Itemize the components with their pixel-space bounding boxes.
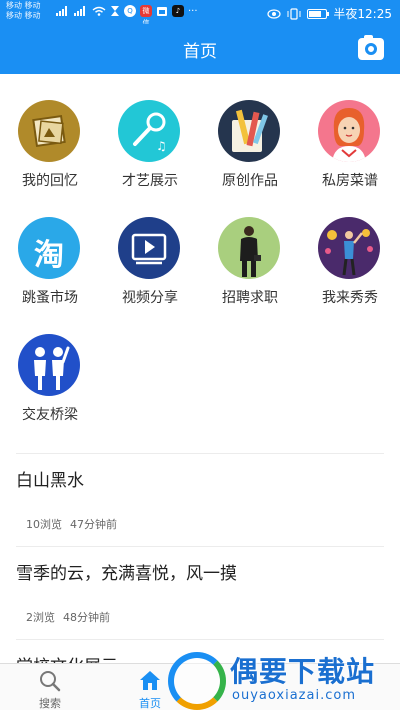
hourglass-icon (111, 6, 119, 16)
friends-icon (18, 334, 80, 396)
timestamp: 48分钟前 (63, 611, 110, 624)
watermark-title: 偶要下载站 (230, 655, 376, 688)
category-talent-show[interactable]: ♫ 才艺展示 (100, 100, 200, 210)
category-label: 私房菜谱 (322, 173, 378, 189)
watermark-logo (168, 652, 226, 710)
category-private-recipes[interactable]: 私房菜谱 (300, 100, 400, 210)
businessman-icon (218, 217, 280, 279)
feed-item-meta: 10浏览 47分钟前 (26, 516, 125, 532)
view-count: 10浏览 (26, 518, 62, 531)
more-notifications: ··· (188, 5, 198, 17)
category-label: 我的回忆 (22, 173, 78, 189)
calendar-app-icon (157, 7, 167, 16)
performer-icon (318, 217, 380, 279)
view-count: 2浏览 (26, 611, 55, 624)
category-label: 才艺展示 (122, 173, 178, 189)
category-recruitment[interactable]: 招聘求职 (200, 217, 300, 327)
pencils-icon (218, 100, 280, 162)
feed-item-title: 白山黑水 (16, 471, 84, 491)
clock: 半夜12:25 (333, 7, 392, 21)
wechat-app-icon: 微信 (140, 5, 152, 27)
category-label: 原创作品 (222, 173, 278, 189)
signal-icon (74, 6, 88, 16)
camera-icon (365, 43, 377, 55)
taobao-glyph: 淘 (34, 238, 64, 273)
microphone-icon: ♫ (118, 100, 180, 162)
category-my-memories[interactable]: 我的回忆 (0, 100, 100, 210)
photo-frame-icon (18, 100, 80, 162)
chef-woman-icon (318, 100, 380, 162)
tab-search[interactable]: 搜索 (0, 664, 100, 710)
category-label: 我来秀秀 (322, 290, 378, 306)
app-header: 首页 (0, 24, 400, 74)
camera-button[interactable] (358, 35, 384, 60)
feed-item[interactable]: 雪季的云，充满喜悦，风一摸 2浏览 48分钟前 (0, 547, 400, 639)
feed-item-meta: 2浏览 48分钟前 (26, 609, 118, 625)
timestamp: 47分钟前 (70, 518, 117, 531)
category-make-friends[interactable]: 交友桥梁 (0, 334, 100, 444)
status-icons-left: Q 微信 ♪ ··· (56, 5, 198, 27)
carrier-text: 移动 移动 移动 移动 (6, 1, 41, 21)
feed-item[interactable]: 白山黑水 10浏览 47分钟前 (0, 454, 400, 546)
tiktok-app-icon: ♪ (172, 5, 184, 17)
vibrate-icon (287, 7, 301, 20)
category-label: 视频分享 (122, 290, 178, 306)
category-show-yourself[interactable]: 我来秀秀 (300, 217, 400, 327)
search-icon (40, 671, 61, 692)
category-video-share[interactable]: 视频分享 (100, 217, 200, 327)
battery-icon (307, 8, 330, 19)
category-label: 招聘求职 (222, 290, 278, 306)
page-title: 首页 (183, 42, 217, 62)
video-play-icon (118, 217, 180, 279)
carrier-line-1: 移动 移动 (6, 1, 41, 10)
wifi-icon (92, 6, 106, 16)
battery-level (309, 10, 322, 17)
status-icons-right: 半夜12:25 (267, 5, 392, 22)
site-watermark: 偶要下载站 ouyaoxiazai.com (160, 644, 400, 710)
browser-app-icon: Q (124, 5, 136, 17)
eye-icon (267, 8, 282, 19)
category-label: 交友桥梁 (22, 407, 78, 423)
category-original-works[interactable]: 原创作品 (200, 100, 300, 210)
taobao-icon: 淘 (18, 217, 80, 279)
signal-icon (56, 6, 70, 16)
tab-label: 搜索 (39, 697, 61, 710)
status-bar: 移动 移动 移动 移动 Q 微信 ♪ ··· 半夜12:25 (0, 0, 400, 27)
category-label: 跳蚤市场 (22, 290, 78, 306)
watermark-url: ouyaoxiazai.com (232, 688, 356, 703)
carrier-line-2: 移动 移动 (6, 11, 41, 20)
home-icon (140, 671, 160, 690)
feed-item-title: 雪季的云，充满喜悦，风一摸 (16, 564, 237, 584)
svg-text:♫: ♫ (156, 139, 167, 153)
category-flea-market[interactable]: 淘 跳蚤市场 (0, 217, 100, 327)
